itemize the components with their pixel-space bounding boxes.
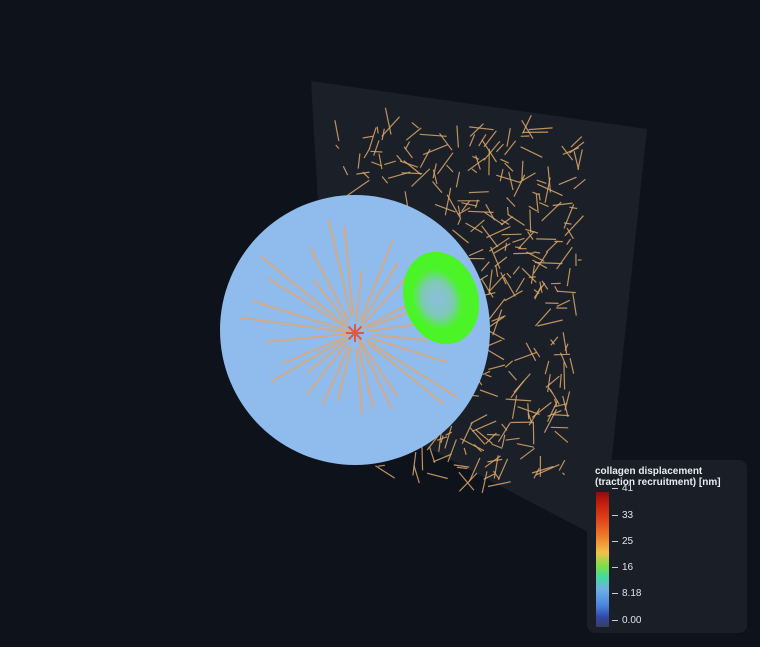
collagen-fiber — [426, 472, 448, 480]
collagen-fiber — [553, 353, 571, 356]
collagen-fiber — [506, 206, 509, 215]
legend-tick: 41 — [612, 483, 633, 495]
colorbar-gradient — [596, 492, 609, 627]
collagen-fiber — [413, 465, 420, 484]
collagen-fiber — [370, 150, 383, 153]
legend-tick: 0.00 — [612, 615, 641, 627]
legend-tick-label: 16 — [622, 562, 634, 573]
cell-center-marker — [346, 324, 364, 342]
legend-tick-label: 25 — [622, 536, 634, 547]
legend-tick: 33 — [612, 510, 633, 522]
collagen-fiber — [375, 465, 396, 479]
collagen-fiber — [486, 433, 500, 436]
collagen-fiber — [515, 246, 522, 249]
legend-tick: 16 — [612, 562, 633, 574]
collagen-fiber — [563, 362, 566, 390]
legend-tick-label: 0.00 — [622, 615, 642, 626]
collagen-fiber — [550, 426, 569, 429]
legend-tick-label: 8.18 — [622, 588, 642, 599]
legend-tick: 25 — [612, 536, 633, 548]
legend-tick-label: 41 — [622, 483, 634, 494]
collagen-fiber — [378, 464, 385, 467]
collagen-fiber — [529, 209, 532, 233]
legend-tick: 8.18 — [612, 588, 641, 600]
collagen-fiber — [536, 238, 557, 240]
legend-tick-label: 33 — [622, 510, 634, 521]
collagen-fiber — [421, 443, 424, 471]
collagen-fiber — [513, 252, 535, 255]
colorbar-legend: collagen displacement (traction recruitm… — [587, 460, 747, 633]
collagen-fiber — [458, 471, 475, 491]
collagen-fiber — [501, 233, 522, 236]
